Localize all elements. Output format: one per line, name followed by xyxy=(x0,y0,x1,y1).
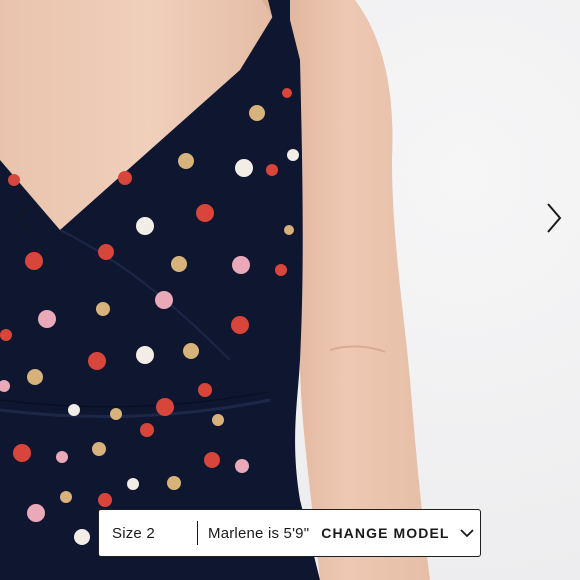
product-image: Size 2 Marlene is 5'9" CHANGE MODEL xyxy=(0,0,580,580)
model-selector-bar: Size 2 Marlene is 5'9" CHANGE MODEL xyxy=(98,509,481,557)
chevron-left-icon xyxy=(16,203,31,233)
chevron-down-icon xyxy=(459,528,474,538)
size-label: Size 2 xyxy=(112,524,155,542)
chevron-right-icon xyxy=(547,203,562,233)
change-model-button[interactable]: CHANGE MODEL xyxy=(321,525,474,541)
change-model-label: CHANGE MODEL xyxy=(321,525,450,541)
divider xyxy=(197,521,198,545)
model-photo xyxy=(0,0,580,580)
previous-image-button[interactable] xyxy=(4,196,44,240)
next-image-button[interactable] xyxy=(534,196,574,240)
model-description: Marlene is 5'9" xyxy=(208,524,310,542)
